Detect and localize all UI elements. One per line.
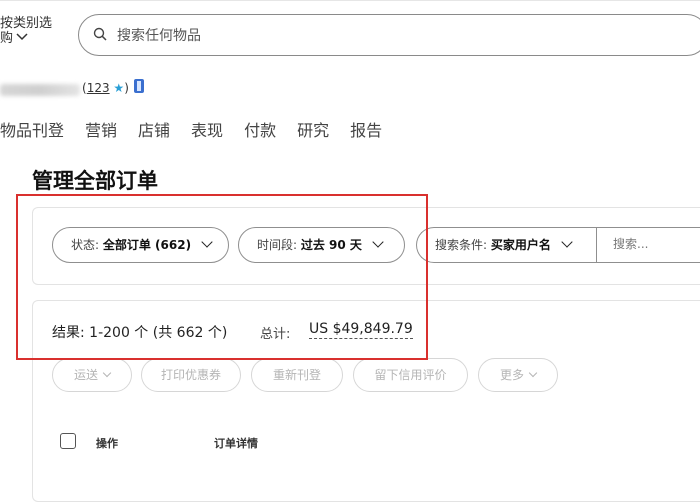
username-blurred	[0, 84, 80, 96]
nav-item-performance[interactable]: 表现	[191, 117, 223, 141]
more-button[interactable]: 更多	[478, 358, 558, 392]
chevron-down-icon	[16, 30, 28, 45]
search-icon	[93, 26, 107, 41]
search-by-label: 搜索条件:	[435, 238, 488, 252]
nav-item-store[interactable]: 店铺	[138, 117, 170, 141]
category-select-label-2: 购	[0, 31, 14, 46]
seller-badge-icon[interactable]	[134, 79, 144, 93]
feedback-close-paren: )	[124, 81, 129, 95]
search-by-value: 买家用户名	[490, 238, 551, 252]
category-select[interactable]: 按类别选 购	[0, 16, 72, 46]
nav-item-reports[interactable]: 报告	[350, 117, 382, 141]
ship-button[interactable]: 运送	[52, 358, 132, 392]
relist-label: 重新刊登	[272, 368, 321, 382]
nav-item-marketing[interactable]: 营销	[85, 117, 117, 141]
feedback-score-number[interactable]: 123	[87, 81, 110, 95]
top-divider	[0, 0, 700, 1]
ship-button-label: 运送	[73, 368, 98, 382]
chevron-down-icon	[102, 368, 112, 378]
chevron-down-icon	[561, 236, 573, 248]
leave-feedback-button[interactable]: 留下信用评价	[353, 358, 468, 392]
relist-button[interactable]: 重新刊登	[251, 358, 343, 392]
star-icon: ★	[113, 81, 125, 95]
search-bar[interactable]	[78, 14, 700, 56]
seller-hub-nav: 物品刊登 营销 店铺 表现 付款 研究 报告	[0, 117, 403, 141]
column-header-order-details[interactable]: 订单详情	[214, 435, 258, 451]
highlight-annotation-box	[16, 194, 428, 360]
print-coupon-button[interactable]: 打印优惠券	[141, 358, 241, 392]
print-coupon-label: 打印优惠券	[160, 368, 221, 382]
page-title: 管理全部订单	[32, 169, 158, 193]
more-label: 更多	[499, 368, 524, 382]
feedback-score[interactable]: (123 ★)	[82, 81, 129, 95]
keyword-search-field[interactable]	[596, 227, 700, 263]
chevron-down-icon	[528, 368, 538, 378]
search-input[interactable]	[115, 23, 639, 49]
select-all-checkbox[interactable]	[60, 433, 76, 449]
leave-feedback-label: 留下信用评价	[374, 368, 447, 382]
search-by-filter[interactable]: 搜索条件: 买家用户名	[416, 227, 596, 263]
column-header-actions[interactable]: 操作	[96, 435, 118, 451]
nav-item-research[interactable]: 研究	[297, 117, 329, 141]
category-select-label-1: 按类别选	[0, 16, 53, 31]
nav-item-payments[interactable]: 付款	[244, 117, 276, 141]
nav-item-listings[interactable]: 物品刊登	[0, 117, 64, 141]
keyword-input[interactable]	[611, 236, 700, 252]
